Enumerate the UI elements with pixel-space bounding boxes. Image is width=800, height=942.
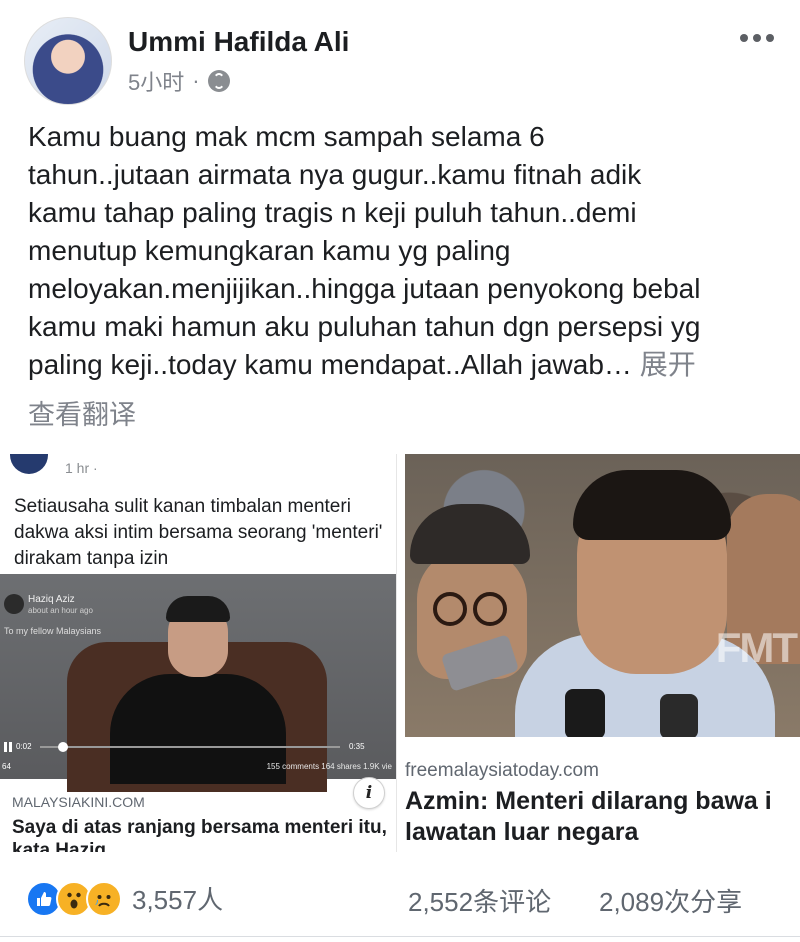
fmt-watermark: FMT [715,624,798,671]
post-text-line: tahun..jutaan airmata nya gugur..kamu fi… [28,159,642,190]
video-total-time: 0:35 [349,742,365,751]
video-reaction-count: 64 [2,762,11,771]
post-text-line: kamu tahap paling tragis n keji puluh ta… [28,197,637,228]
more-options-icon[interactable] [740,34,774,42]
pause-icon[interactable] [4,742,12,752]
avatar[interactable] [24,17,112,105]
photo-mic-shape [660,694,698,737]
share-count[interactable]: 2,089次分享 [599,882,742,919]
photo-man-hair-shape [573,470,731,540]
info-icon[interactable]: i [353,777,385,809]
shared-link-card-right[interactable]: FMT freemalaysiatoday.com Azmin: Menteri… [405,454,800,852]
globe-icon[interactable] [207,70,230,92]
post-text-last-line: paling keji..today kamu mendapat..Allah … [28,346,772,384]
video-thumbnail[interactable]: Haziq Aziz about an hour ago To my fello… [0,574,396,792]
video-controls: 0:02 0:35 64 155 comments 164 shares 1.9… [0,734,396,779]
video-user-time: about an hour ago [28,606,93,615]
person-hair-shape [166,596,230,622]
link-title-line: lawatan luar negara [405,818,639,846]
post-text: Kamu buang mak mcm sampah selama 6 tahun… [28,118,772,384]
link-title[interactable]: Saya di atas ranjang bersama menteri itu… [12,816,392,852]
photo-glasses-shape [473,592,507,626]
meta-separator: · [192,68,200,93]
see-more-link[interactable]: 展开 [640,349,696,380]
video-stats: 155 comments 164 shares 1.9K vie [266,762,392,771]
post-text-line: menutup kemungkaran kamu yg paling [28,235,511,266]
see-translation-link[interactable]: 查看翻译 [28,393,136,432]
dot [766,34,774,42]
reaction-summary[interactable]: 3,557人 [26,880,223,917]
embedded-post-header: 1 hr · [0,454,396,480]
sad-icon [86,880,122,917]
news-photo[interactable]: FMT [405,454,800,737]
poster-name[interactable]: Ummi Hafilda Ali [128,26,349,58]
post-time[interactable]: 5小时 [128,65,184,97]
video-progress-knob[interactable] [58,742,68,752]
post-text-line: meloyakan.menjijikan..hingga jutaan peny… [28,273,701,304]
embedded-post-time: 1 hr · [65,460,98,476]
post-text-line: Kamu buang mak mcm sampah selama 6 [28,121,545,152]
dot [753,34,761,42]
divider [0,936,800,937]
embedded-post-text: Setiausaha sulit kanan timbalan menteri … [14,496,383,569]
post-meta: 5小时 · [128,65,230,97]
malaysiakini-logo [10,454,48,474]
video-user-avatar [4,594,24,614]
link-title-line: Azmin: Menteri dilarang bawa i [405,787,772,815]
reaction-count[interactable]: 3,557人 [132,880,223,917]
video-progress-bar[interactable] [40,746,340,748]
photo-mic-shape [565,689,605,737]
photo-glasses-shape [433,592,467,626]
post-text-line: paling keji..today kamu mendapat..Allah … [28,349,640,380]
post-text-line: kamu maki hamun aku puluhan tahun dgn pe… [28,311,701,342]
video-current-time: 0:02 [16,742,32,751]
link-title[interactable]: Azmin: Menteri dilarang bawa i lawatan l… [405,786,800,848]
video-caption: To my fellow Malaysians [4,626,102,636]
video-user-name: Haziq Aziz [28,594,75,605]
link-domain: freemalaysiatoday.com [405,760,599,781]
dot [740,34,748,42]
link-domain: MALAYSIAKINI.COM [12,794,145,810]
shared-link-card-left[interactable]: 1 hr · Setiausaha sulit kanan timbalan m… [0,454,397,852]
comment-count[interactable]: 2,552条评论 [408,882,551,919]
